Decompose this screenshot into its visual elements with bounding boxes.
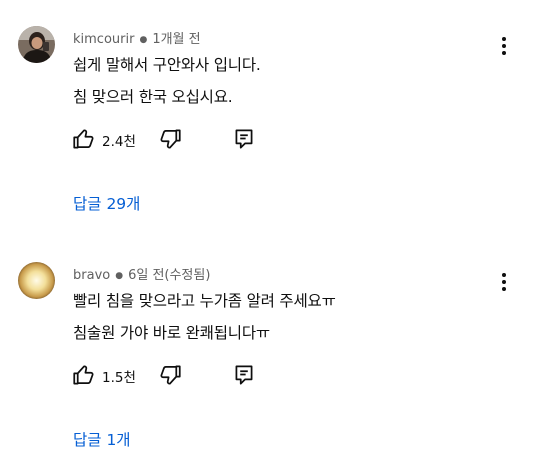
- meta-separator: ●: [115, 271, 124, 281]
- meta-separator: ●: [139, 35, 148, 45]
- reply-button[interactable]: [231, 362, 257, 388]
- reply-button[interactable]: [231, 126, 257, 152]
- reply-comment-icon: [235, 129, 253, 149]
- view-replies-link[interactable]: 답글 29개: [73, 192, 140, 214]
- comment-meta: kimcourir ● 1개월 전: [73, 28, 201, 47]
- thumbs-down-icon: [160, 129, 181, 149]
- comment-text-line: 침술원 가야 바로 완쾌됩니다ㅠ: [73, 324, 270, 342]
- comment-actions: 2.4천: [71, 126, 271, 152]
- like-button[interactable]: [71, 126, 97, 152]
- comment-time: 1개월 전: [152, 32, 201, 47]
- comment-item: kimcourir ● 1개월 전 쉽게 말해서 구안와사 입니다. 침 맞으러 한…: [0, 0, 540, 230]
- like-button[interactable]: [71, 362, 97, 388]
- comment-author[interactable]: bravo: [73, 268, 110, 283]
- avatar-image: [18, 262, 55, 299]
- avatar-image: [18, 26, 55, 63]
- avatar[interactable]: [18, 26, 55, 63]
- comment-text-line: 침 맞으러 한국 오십시요.: [73, 88, 233, 106]
- view-replies-link[interactable]: 답글 1개: [73, 428, 131, 450]
- comment-actions: 1.5천: [71, 362, 271, 388]
- more-vert-icon[interactable]: [494, 34, 514, 58]
- comment-text-line: 쉽게 말해서 구안와사 입니다.: [73, 56, 261, 74]
- comment-author[interactable]: kimcourir: [73, 32, 134, 47]
- reply-comment-icon: [235, 365, 253, 385]
- comment-time: 6일 전(수정됨): [128, 268, 211, 283]
- comment-meta: bravo ● 6일 전(수정됨): [73, 264, 210, 283]
- more-vert-icon[interactable]: [494, 270, 514, 294]
- dislike-button[interactable]: [157, 362, 183, 388]
- thumbs-up-icon: [73, 129, 94, 149]
- comment-text-line: 빨리 침을 맞으라고 누가좀 알려 주세요ㅠ: [73, 292, 336, 310]
- like-count: 1.5천: [102, 370, 136, 386]
- avatar[interactable]: [18, 262, 55, 299]
- like-count: 2.4천: [102, 134, 136, 150]
- thumbs-up-icon: [73, 365, 94, 385]
- dislike-button[interactable]: [157, 126, 183, 152]
- comment-item: bravo ● 6일 전(수정됨) 빨리 침을 맞으라고 누가좀 알려 주세요ㅠ 침…: [0, 236, 540, 464]
- thumbs-down-icon: [160, 365, 181, 385]
